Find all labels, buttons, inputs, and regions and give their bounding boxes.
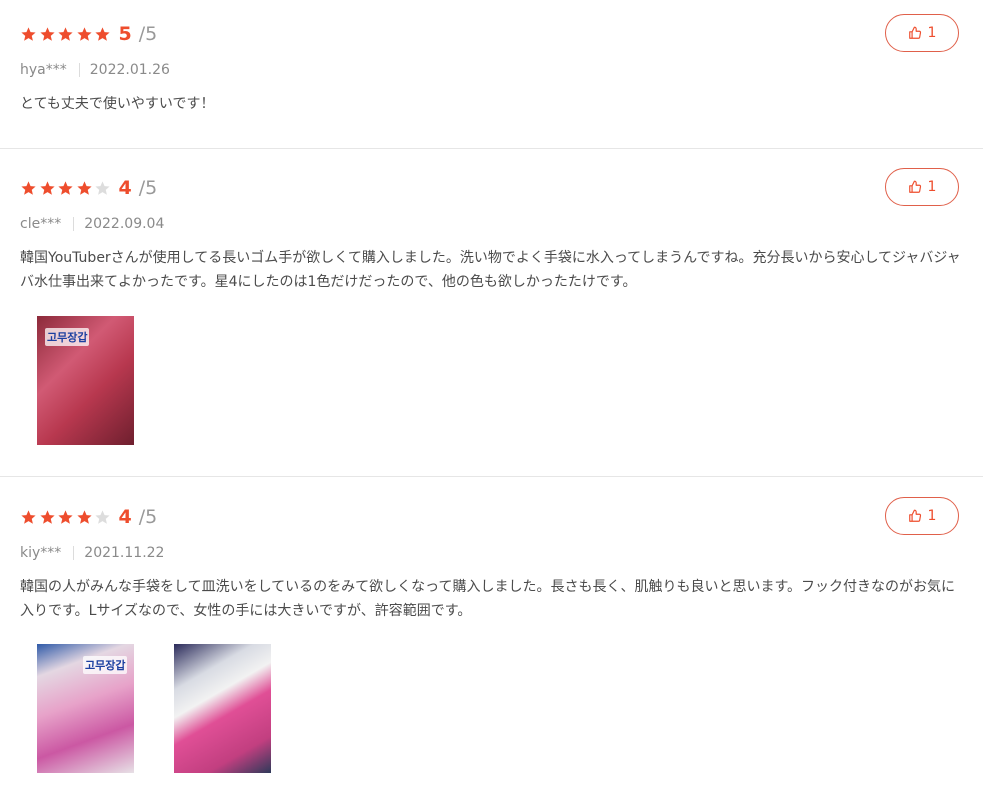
review-meta: cle*** 2022.09.04: [20, 216, 164, 232]
review-text: とても丈夫で使いやすいです！: [20, 96, 215, 112]
review-text: 韓国の人がみんな手袋をして皿洗いをしているのをみて欲しくなって購入しました。長さ…: [20, 579, 956, 619]
star-filled-icon: [20, 26, 37, 43]
review-divider: [0, 476, 983, 477]
star-empty-icon: [94, 509, 111, 526]
star-filled-icon: [39, 26, 56, 43]
like-button[interactable]: 1: [885, 14, 959, 52]
thumbs-up-icon: [908, 26, 921, 39]
like-count: 1: [927, 508, 937, 524]
rating-stars: 5 /5: [20, 22, 157, 46]
meta-divider: [78, 63, 80, 77]
photo-package-label: 고무장갑: [83, 656, 128, 674]
review-meta: hya*** 2022.01.26: [20, 62, 170, 78]
rating-score: 5: [118, 23, 132, 45]
review-date: 2022.01.26: [89, 62, 170, 78]
rating-out-of: /5: [138, 506, 158, 528]
star-filled-icon: [76, 509, 93, 526]
review-photo[interactable]: [174, 644, 271, 773]
rating-stars: 4 /5: [20, 176, 157, 200]
reviewer-name: kiy***: [20, 545, 62, 561]
star-filled-icon: [57, 180, 74, 197]
star-filled-icon: [39, 509, 56, 526]
star-filled-icon: [76, 180, 93, 197]
review-text: 韓国YouTuberさんが使用してる長いゴム手が欲しくて購入しました。洗い物でよ…: [20, 250, 961, 290]
reviewer-name: cle***: [20, 216, 62, 232]
reviewer-name: hya***: [20, 62, 67, 78]
thumbs-up-icon: [908, 509, 921, 522]
meta-divider: [73, 217, 75, 231]
like-button[interactable]: 1: [885, 168, 959, 206]
star-filled-icon: [20, 180, 37, 197]
star-filled-icon: [57, 26, 74, 43]
photo-package-label: 고무장갑: [45, 328, 90, 346]
review-photo[interactable]: 고무장갑: [37, 316, 134, 445]
rating-score: 4: [118, 506, 132, 528]
rating-out-of: /5: [138, 177, 158, 199]
review-date: 2022.09.04: [84, 216, 165, 232]
rating-out-of: /5: [138, 23, 158, 45]
rating-stars: 4 /5: [20, 505, 157, 529]
like-count: 1: [927, 25, 937, 41]
star-filled-icon: [94, 26, 111, 43]
review-photo[interactable]: 고무장갑: [37, 644, 134, 773]
thumbs-up-icon: [908, 180, 921, 193]
like-count: 1: [927, 179, 937, 195]
star-empty-icon: [94, 180, 111, 197]
review-divider: [0, 148, 983, 149]
review-date: 2021.11.22: [84, 545, 165, 561]
rating-score: 4: [118, 177, 132, 199]
like-button[interactable]: 1: [885, 497, 959, 535]
meta-divider: [73, 546, 75, 560]
star-filled-icon: [57, 509, 74, 526]
star-filled-icon: [39, 180, 56, 197]
review-meta: kiy*** 2021.11.22: [20, 545, 164, 561]
star-filled-icon: [76, 26, 93, 43]
star-filled-icon: [20, 509, 37, 526]
